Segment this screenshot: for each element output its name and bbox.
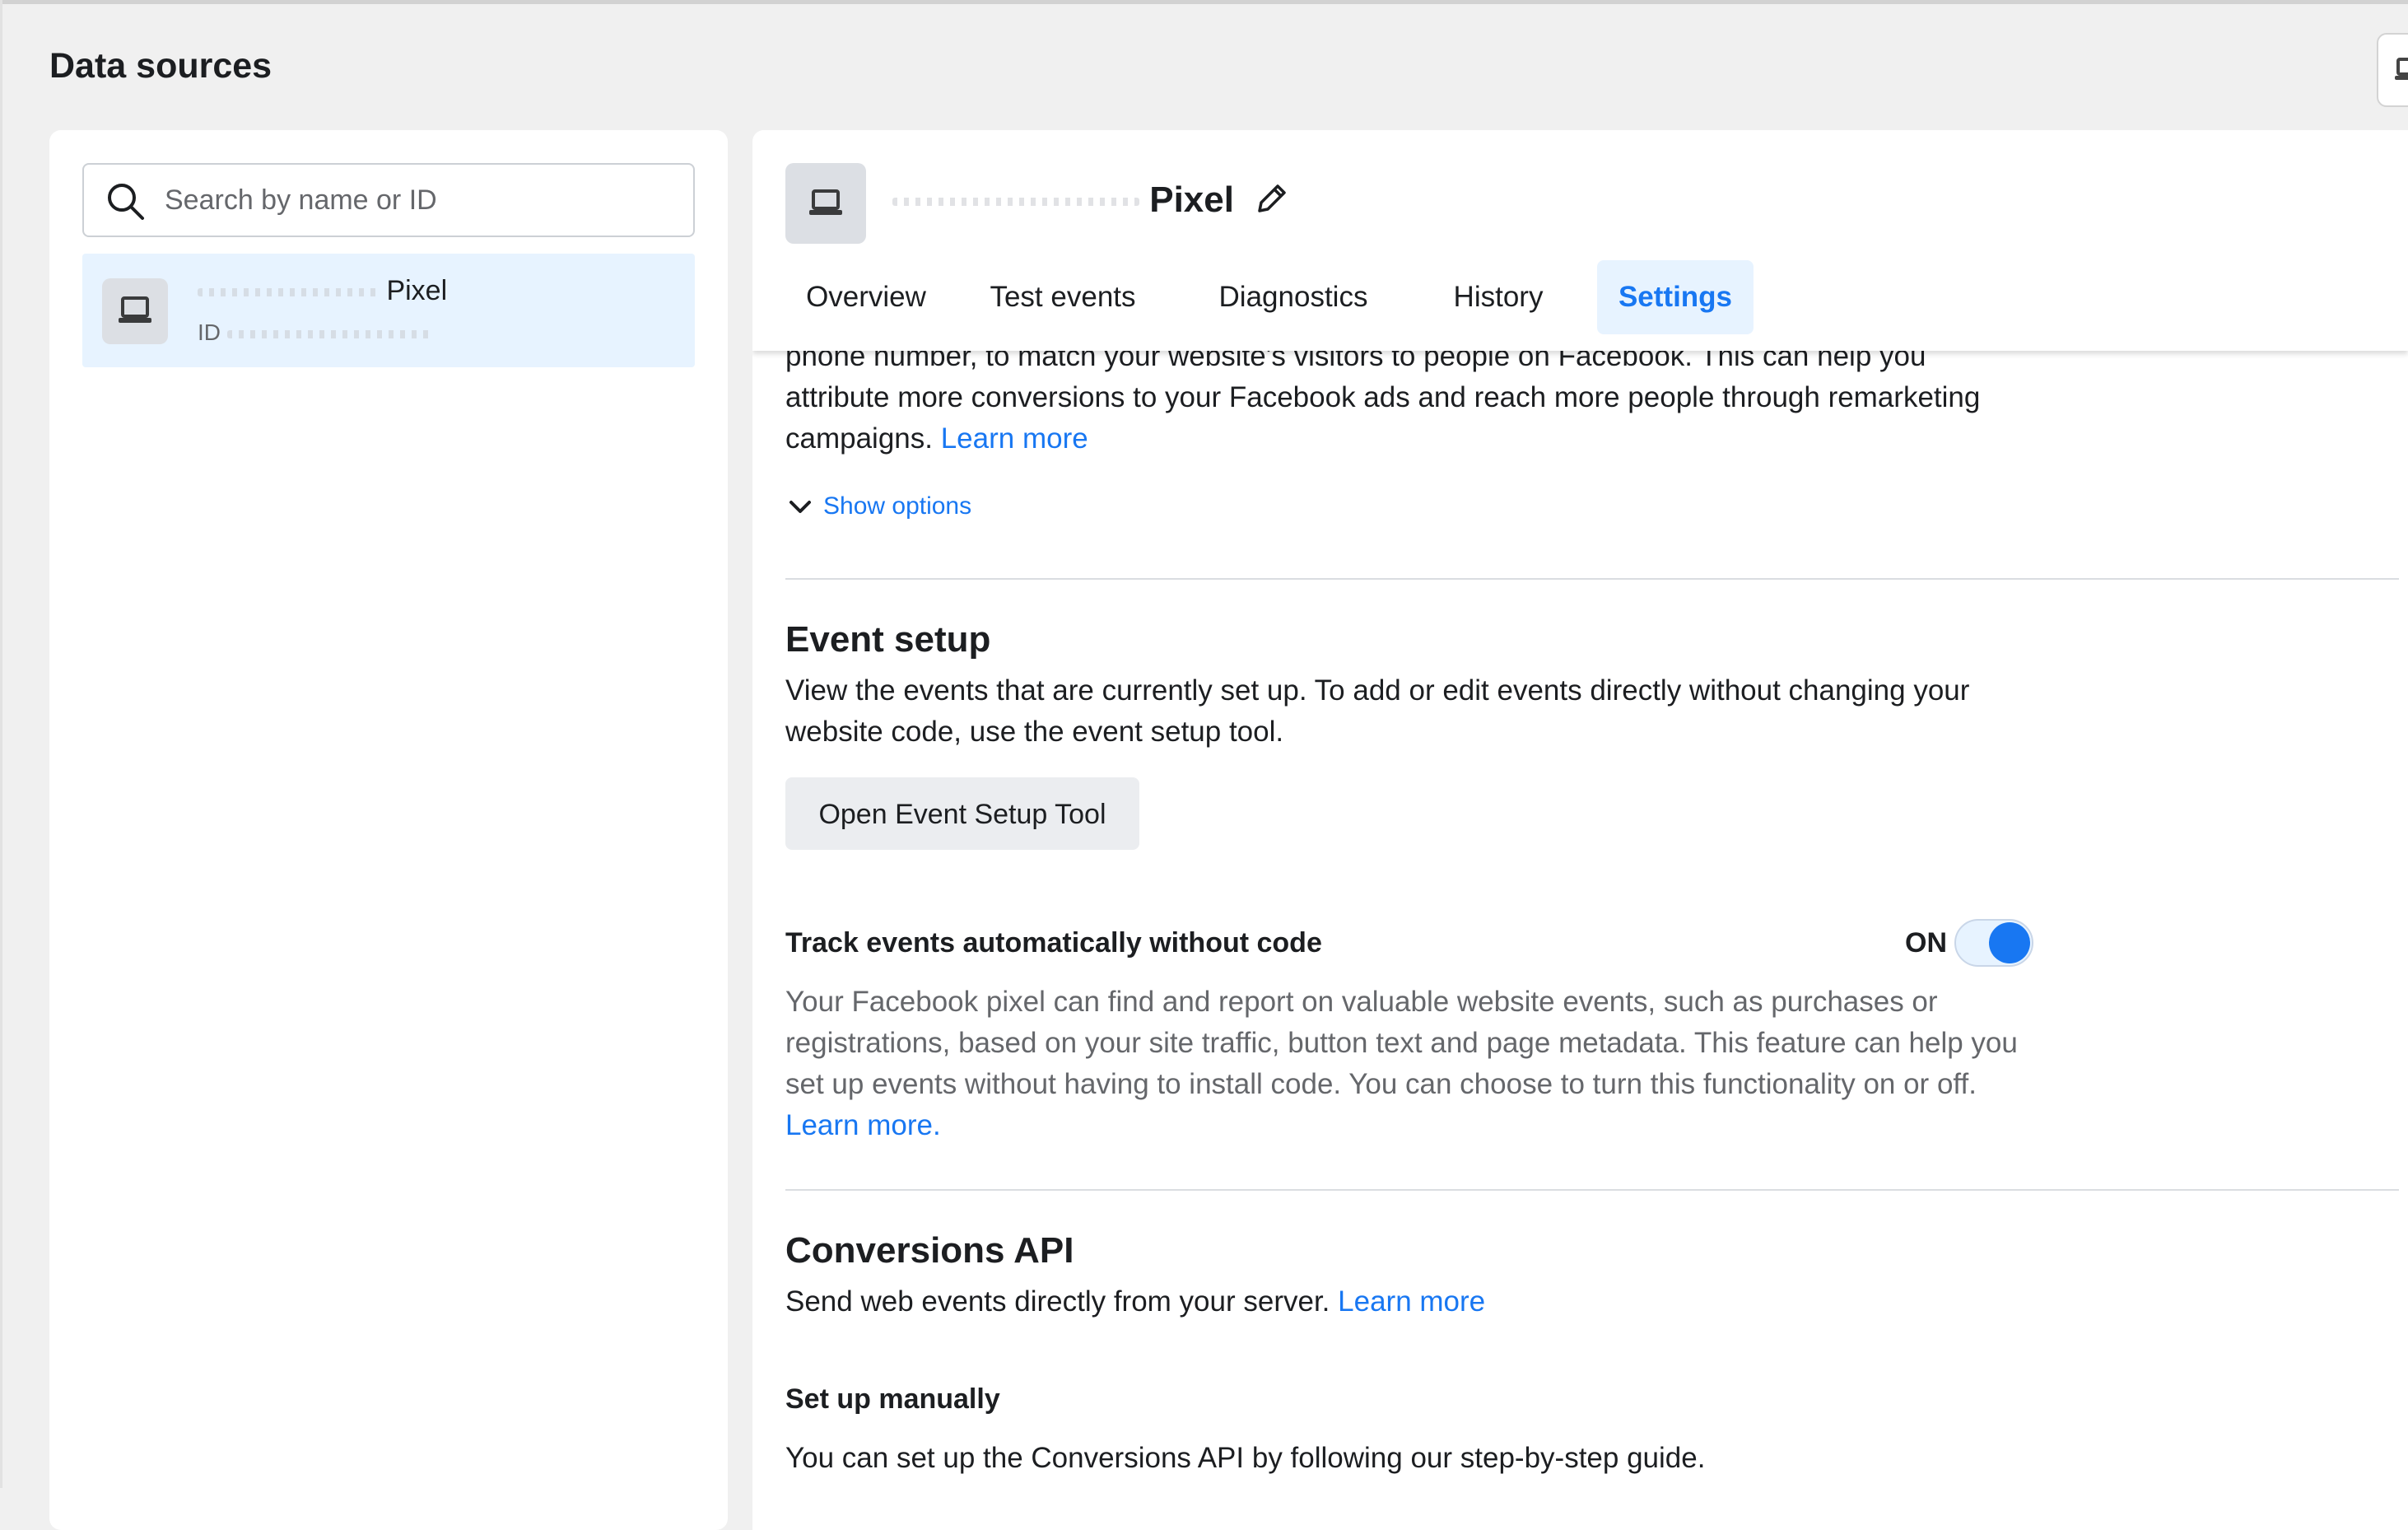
left-border <box>0 0 2 1488</box>
search-icon <box>108 184 144 220</box>
laptop-icon <box>119 296 151 323</box>
top-border <box>0 0 2408 4</box>
redacted-text <box>892 198 1139 207</box>
show-options-toggle[interactable]: Show options <box>789 492 971 520</box>
advanced-matching-text-line2: attribute more conversions to your Faceb… <box>785 381 1981 413</box>
laptop-icon <box>2395 58 2408 80</box>
tab-test-events[interactable]: Test events <box>960 260 1166 334</box>
pixel-header: Pixel Overview Test events Diagnostics H… <box>752 130 2408 351</box>
tab-history[interactable]: History <box>1418 260 1579 334</box>
event-setup-description: View the events that are currently set u… <box>785 674 1970 748</box>
chevron-down-icon <box>789 501 811 514</box>
conversions-api-title: Conversions API <box>785 1230 1074 1271</box>
tab-overview[interactable]: Overview <box>785 260 947 334</box>
pencil-icon[interactable] <box>1253 181 1289 217</box>
tab-diagnostics[interactable]: Diagnostics <box>1181 260 1406 334</box>
source-type-icon-container <box>102 278 168 344</box>
auto-tracking-title: Track events automatically without code <box>785 927 1322 959</box>
redacted-text <box>226 329 433 338</box>
pixel-details-panel: phone number, to match your website's vi… <box>752 130 2408 1530</box>
source-name: Pixel <box>198 275 447 307</box>
auto-tracking-description: Your Facebook pixel can find and report … <box>785 982 2020 1146</box>
source-name-suffix: Pixel <box>386 275 448 306</box>
search-input[interactable] <box>163 178 677 222</box>
corner-action-button[interactable] <box>2377 33 2408 107</box>
learn-more-link[interactable]: Learn more <box>1338 1285 1485 1318</box>
laptop-icon <box>809 189 842 215</box>
open-event-setup-tool-button[interactable]: Open Event Setup Tool <box>785 777 1139 850</box>
section-divider <box>785 1189 2399 1191</box>
page-title: Data sources <box>49 46 272 86</box>
section-divider <box>785 578 2399 580</box>
search-box[interactable] <box>82 163 695 237</box>
auto-tracking-description-text: Your Facebook pixel can find and report … <box>785 986 2018 1100</box>
toggle-state-label: ON <box>1905 927 1947 959</box>
set-up-manually-description: You can set up the Conversions API by fo… <box>785 1442 1706 1474</box>
data-source-list-panel: Pixel ID <box>49 130 728 1530</box>
set-up-manually-title: Set up manually <box>785 1383 1000 1415</box>
pixel-name: Pixel <box>892 180 1234 221</box>
learn-more-link[interactable]: Learn more <box>941 422 1088 455</box>
learn-more-link[interactable]: Learn more. <box>785 1109 941 1141</box>
event-setup-title: Event setup <box>785 619 991 660</box>
pixel-name-suffix: Pixel <box>1149 180 1234 220</box>
data-source-item[interactable]: Pixel ID <box>82 254 695 367</box>
source-id: ID <box>198 320 433 346</box>
tab-settings[interactable]: Settings <box>1597 260 1754 334</box>
source-id-label: ID <box>198 320 221 345</box>
conversions-api-description: Send web events directly from your serve… <box>785 1281 2020 1322</box>
auto-tracking-toggle[interactable] <box>1954 919 2033 967</box>
toggle-knob <box>1989 922 2030 963</box>
pixel-icon-container <box>785 163 866 244</box>
conversions-api-description-text: Send web events directly from your serve… <box>785 1285 1330 1318</box>
redacted-text <box>198 288 379 297</box>
advanced-matching-text-end: campaigns. <box>785 422 933 455</box>
show-options-label: Show options <box>823 492 972 520</box>
advanced-matching-text-line3: campaigns. Learn more <box>785 418 2020 459</box>
